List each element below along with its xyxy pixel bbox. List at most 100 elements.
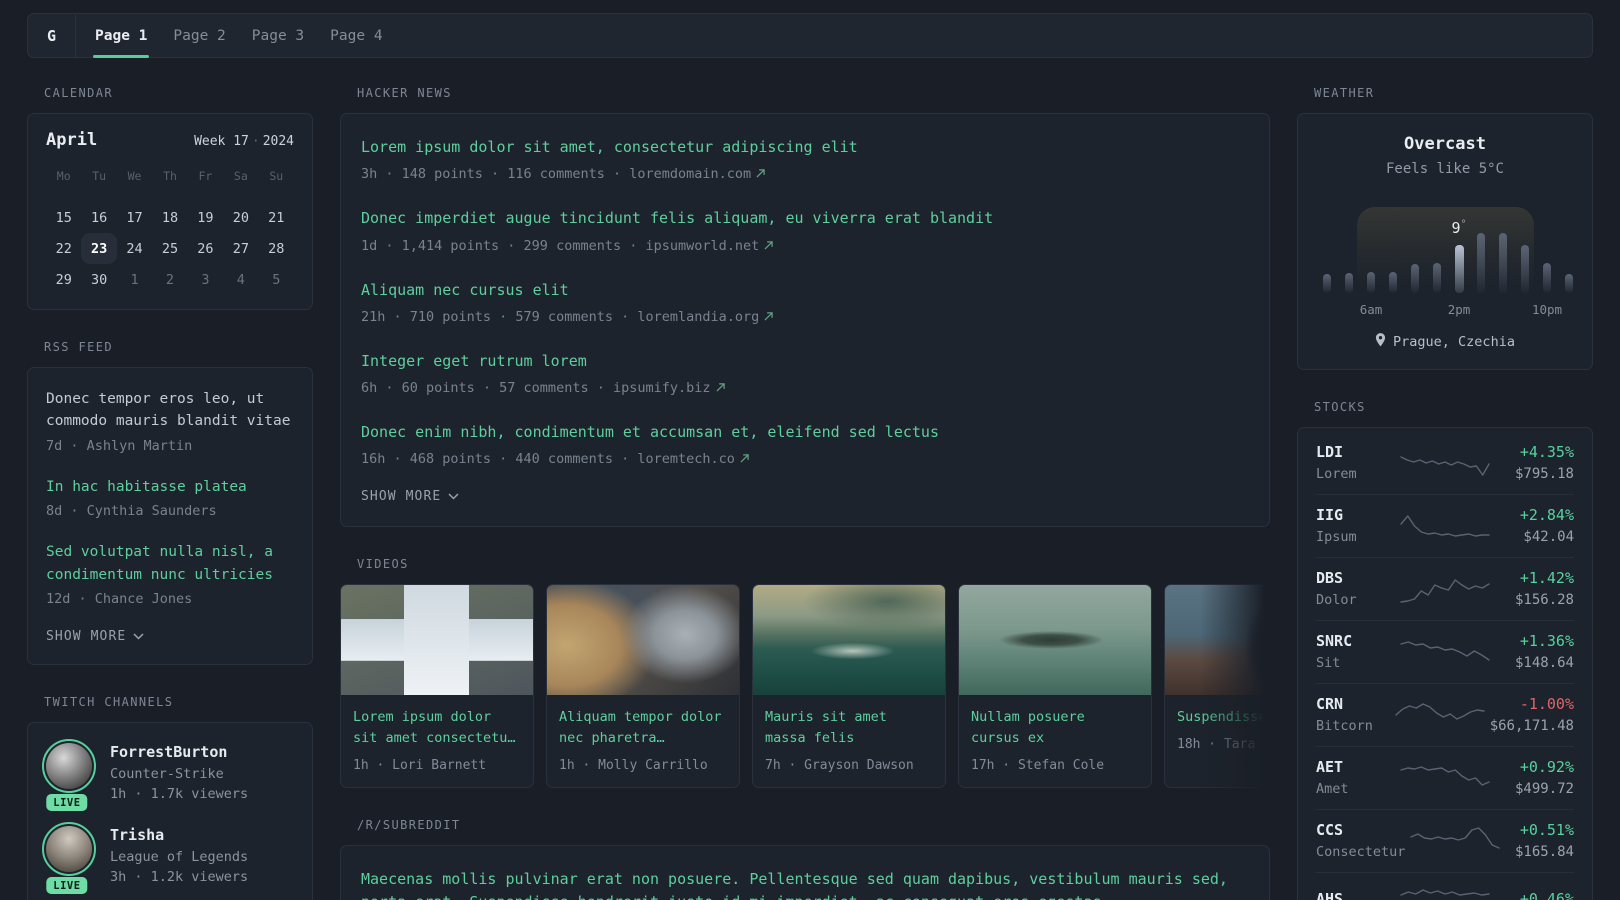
- page-tab[interactable]: Page 3: [239, 14, 317, 57]
- weather-condition: Overcast: [1404, 134, 1486, 154]
- hn-story-meta: 3h · 148 points · 116 comments · loremdo…: [361, 166, 1249, 182]
- stock-name: Bitcorn: [1316, 718, 1373, 734]
- weather-widget-label: WEATHER: [1314, 86, 1375, 100]
- calendar-day-header: We: [127, 169, 142, 183]
- rss-widget-label: RSS FEED: [44, 340, 113, 354]
- stock-symbol: SNRC: [1316, 632, 1353, 650]
- weather-location-row: Prague, Czechia: [1316, 333, 1574, 351]
- stock-values: +1.42% $156.28: [1495, 569, 1574, 608]
- hacker-news-list: Lorem ipsum dolor sit amet, consectetur …: [361, 136, 1249, 467]
- stock-row[interactable]: AHS +0.46%: [1298, 872, 1592, 900]
- hn-story-domain-link[interactable]: loremtech.co: [637, 451, 749, 467]
- calendar-date-cell: 23: [81, 233, 117, 264]
- twitch-channel-row[interactable]: LIVE Trisha League of Legends 3h · 1.2k …: [42, 822, 294, 895]
- video-card[interactable]: Suspendisse diam 18h · Tara: [1164, 584, 1270, 789]
- twitch-avatar-wrap: LIVE: [42, 739, 96, 812]
- weather-bar: [1323, 274, 1331, 293]
- hn-story-domain-link[interactable]: ipsumify.biz: [613, 380, 725, 396]
- hn-story-meta: 1d · 1,414 points · 299 comments · ipsum…: [361, 238, 1249, 254]
- video-thumbnail: [1165, 585, 1270, 696]
- stock-change: +1.42%: [1519, 569, 1574, 587]
- weather-bar: [1433, 263, 1441, 293]
- live-badge: LIVE: [46, 794, 88, 812]
- calendar-date-cell: 20: [232, 209, 249, 226]
- hacker-news-widget-label: HACKER NEWS: [357, 86, 452, 100]
- stock-sparkline: [1410, 826, 1501, 849]
- stock-row[interactable]: AET Amet +0.92% $499.72: [1298, 746, 1592, 809]
- twitch-widget: TWITCH CHANNELS LIVE ForrestBurton Count…: [27, 695, 313, 900]
- avatar: [42, 822, 96, 877]
- video-title-link[interactable]: Mauris sit amet massa felis: [765, 707, 933, 749]
- hn-story-link[interactable]: Aliquam nec cursus elit: [361, 279, 1249, 302]
- calendar-date-cell: 24: [126, 240, 143, 257]
- hn-story-domain: loremtech.co: [637, 451, 735, 468]
- video-title-link[interactable]: Aliquam tempor dolor nec pharetra…: [559, 707, 727, 749]
- video-title-link[interactable]: Lorem ipsum dolor sit amet consectetu…: [353, 707, 521, 749]
- external-link-icon: [764, 238, 774, 254]
- calendar-widget-label: CALENDAR: [44, 86, 113, 100]
- weather-bar: [1543, 263, 1551, 293]
- calendar-day-header: Fr: [198, 169, 213, 183]
- rss-widget: RSS FEED Donec tempor eros leo, ut commo…: [27, 340, 313, 666]
- stock-row[interactable]: CCS Consectetur +0.51% $165.84: [1298, 809, 1592, 872]
- hn-story-domain-link[interactable]: ipsumworld.net: [645, 238, 774, 254]
- video-card[interactable]: Mauris sit amet massa felis 7h · Grayson…: [752, 584, 946, 789]
- weather-bar: [1389, 272, 1397, 293]
- hn-story-domain-link[interactable]: loremdomain.com: [629, 166, 765, 182]
- stock-price: $42.04: [1523, 529, 1574, 545]
- stock-id: DBS Dolor: [1316, 569, 1395, 608]
- weather-bar: [1345, 273, 1353, 293]
- video-title-link[interactable]: Nullam posuere cursus ex: [971, 707, 1139, 749]
- weather-feels-like: Feels like 5°C: [1385, 161, 1504, 177]
- page-tabs: Page 1 Page 2 Page 3 Page 4: [82, 14, 396, 58]
- twitch-channel-name: Trisha: [110, 826, 165, 845]
- hn-show-more-button[interactable]: SHOW MORE: [361, 489, 459, 504]
- video-card-body: Nullam posuere cursus ex 17h · Stefan Co…: [959, 695, 1151, 787]
- rss-item-meta: 12d · Chance Jones: [46, 591, 193, 608]
- rss-show-more-button[interactable]: SHOW MORE: [46, 629, 144, 644]
- calendar-date-cell: 4: [236, 271, 245, 288]
- rss-item-link[interactable]: Donec tempor eros leo, ut commodo mauris…: [46, 388, 294, 433]
- hn-story-link[interactable]: Integer eget rutrum lorem: [361, 350, 1249, 373]
- video-card[interactable]: Nullam posuere cursus ex 17h · Stefan Co…: [958, 584, 1152, 789]
- calendar-date-cell: 25: [161, 240, 179, 257]
- external-link-icon: [715, 380, 725, 396]
- twitch-channel-category: League of Legends: [110, 849, 249, 866]
- stock-row[interactable]: LDI Lorem +4.35% $795.18: [1298, 431, 1592, 494]
- twitch-channel-row[interactable]: LIVE ForrestBurton Counter-Strike 1h · 1…: [42, 739, 294, 812]
- rss-item-link[interactable]: Sed volutpat nulla nisl, a condimentum n…: [46, 541, 294, 586]
- twitch-channel-name: ForrestBurton: [110, 743, 228, 762]
- dashboard: CALENDAR April Week 17 · 2024 Mo Tu We T…: [0, 58, 1620, 900]
- hn-story-link[interactable]: Donec imperdiet augue tincidunt felis al…: [361, 207, 1249, 230]
- stock-row[interactable]: SNRC Sit +1.36% $148.64: [1298, 620, 1592, 683]
- rss-item-link[interactable]: In hac habitasse platea: [46, 476, 294, 498]
- hn-story-link[interactable]: Donec enim nibh, condimentum et accumsan…: [361, 421, 1249, 444]
- twitch-list: LIVE ForrestBurton Counter-Strike 1h · 1…: [42, 739, 294, 900]
- stock-row[interactable]: DBS Dolor +1.42% $156.28: [1298, 557, 1592, 620]
- calendar-date-cell: 29: [55, 271, 72, 288]
- stock-price: $148.64: [1514, 655, 1574, 671]
- hn-story-stats: 3h · 148 points · 116 comments ·: [361, 166, 622, 183]
- video-card[interactable]: Lorem ipsum dolor sit amet consectetu… 1…: [340, 584, 534, 789]
- calendar-day-header: Sa: [233, 169, 248, 183]
- stock-row[interactable]: CRN Bitcorn -1.00% $66,171.48: [1298, 683, 1592, 746]
- twitch-channel-info: ForrestBurton Counter-Strike 1h · 1.7k v…: [110, 743, 248, 802]
- video-title-link[interactable]: Suspendisse diam: [1177, 707, 1270, 728]
- rss-show-more-label: SHOW MORE: [46, 629, 127, 645]
- stock-row[interactable]: IIG Ipsum +2.84% $42.04: [1298, 494, 1592, 557]
- video-card[interactable]: Aliquam tempor dolor nec pharetra… 1h · …: [546, 584, 740, 789]
- video-thumbnail: [753, 585, 945, 696]
- subreddit-post-link[interactable]: Maecenas mollis pulvinar erat non posuer…: [361, 868, 1249, 900]
- app-logo[interactable]: G: [28, 14, 76, 57]
- hn-story-domain-link[interactable]: loremlandia.org: [637, 309, 774, 325]
- page-tab[interactable]: Page 1: [82, 14, 160, 58]
- stock-values: +0.92% $499.72: [1495, 758, 1574, 797]
- stock-name: Ipsum: [1316, 529, 1357, 545]
- page-tab[interactable]: Page 4: [317, 14, 395, 57]
- video-meta: 17h · Stefan Cole: [971, 758, 1105, 774]
- chevron-down-icon: [133, 629, 144, 644]
- chevron-down-icon: [448, 489, 459, 504]
- page-tab[interactable]: Page 2: [160, 14, 238, 57]
- hn-story-link[interactable]: Lorem ipsum dolor sit amet, consectetur …: [361, 136, 1249, 159]
- video-card-body: Mauris sit amet massa felis 7h · Grayson…: [753, 695, 945, 787]
